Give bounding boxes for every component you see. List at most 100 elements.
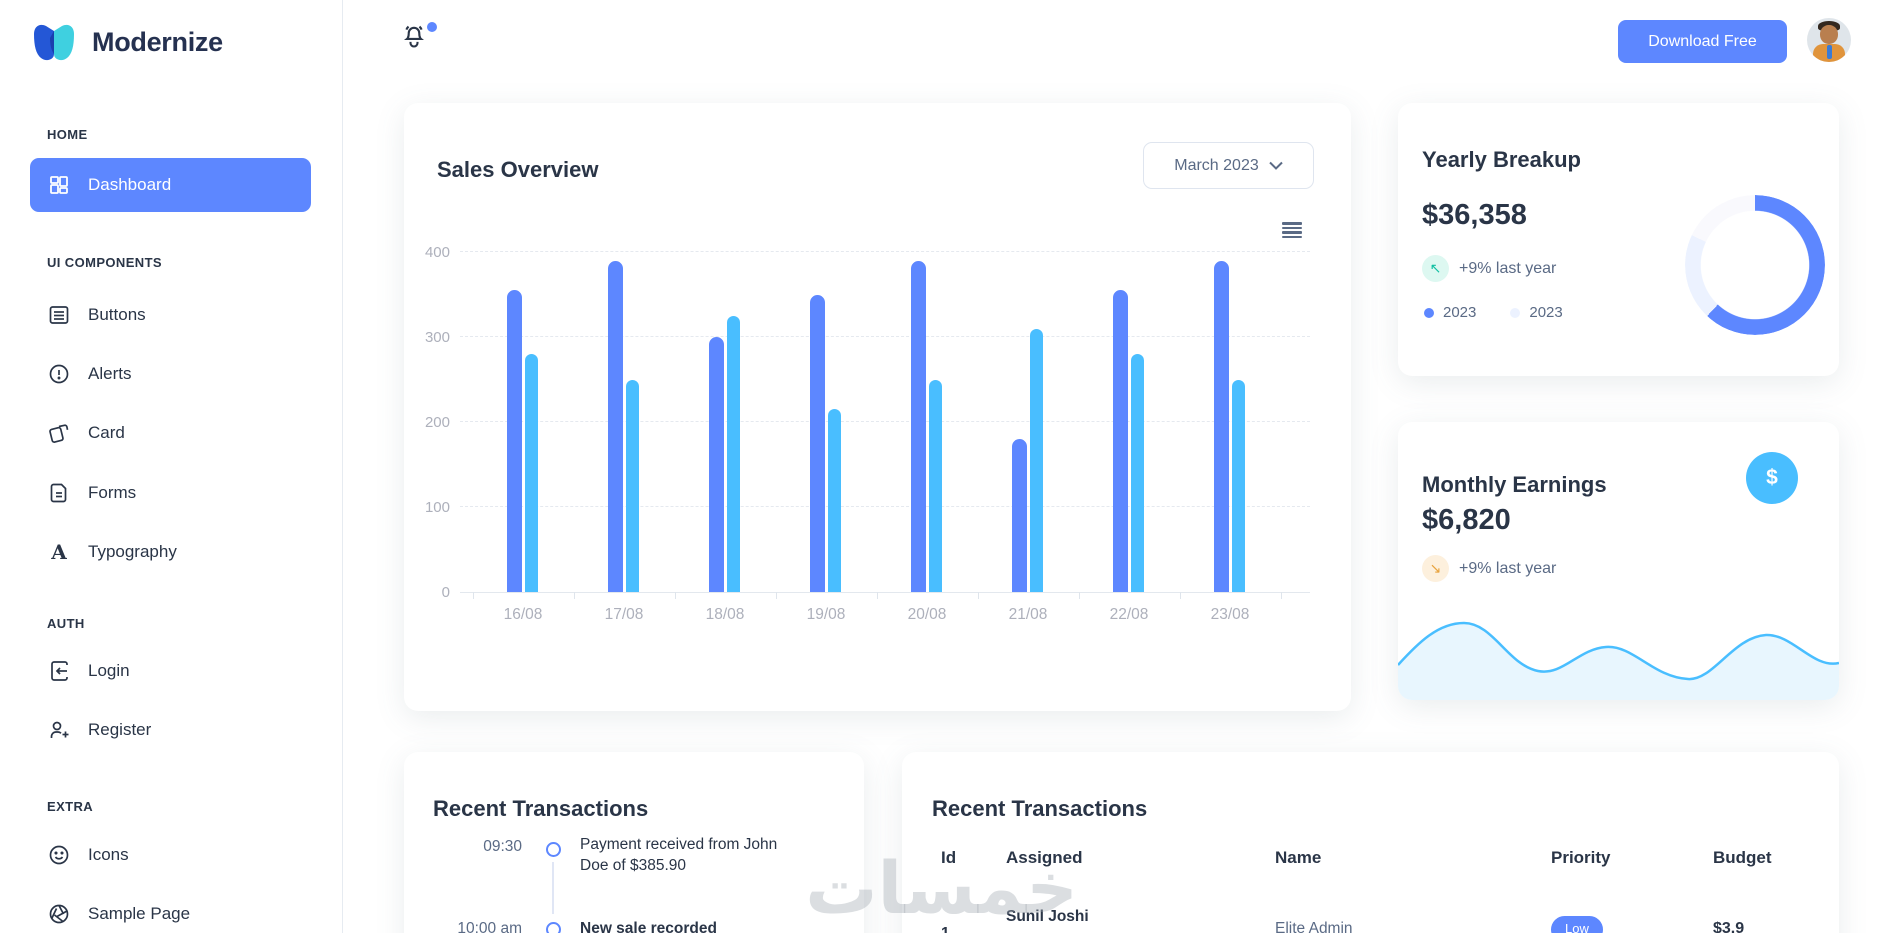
sidebar-item-sample-page[interactable]: Sample Page <box>30 894 311 933</box>
cards-icon <box>49 424 69 443</box>
yearly-amount: $36,358 <box>1422 199 1527 231</box>
sidebar-item-icons[interactable]: Icons <box>30 835 311 875</box>
column-header-assigned[interactable]: Assigned <box>1006 848 1275 868</box>
gridline <box>460 506 1310 507</box>
sidebar-item-typography[interactable]: A Typography <box>30 532 311 572</box>
aperture-icon <box>49 904 69 924</box>
yearly-delta-row: ↖ +9% last year <box>1422 255 1556 282</box>
sidebar-item-register[interactable]: Register <box>30 710 311 750</box>
download-free-button[interactable]: Download Free <box>1618 20 1787 63</box>
bar-expense-22/08[interactable] <box>1131 354 1144 592</box>
sidebar-item-login[interactable]: Login <box>30 651 311 691</box>
chart-menu-icon[interactable] <box>1282 222 1302 238</box>
bar-earnings-19/08[interactable] <box>810 294 825 592</box>
legend-label: 2023 <box>1443 304 1477 321</box>
smiley-icon <box>49 845 69 865</box>
notifications-button[interactable] <box>400 22 440 62</box>
bar-expense-20/08[interactable] <box>929 379 942 592</box>
sales-bar-plot: 0 100 200 300 400 16/08 17/08 18/08 19/08 20/08 21… <box>425 244 1310 623</box>
user-avatar[interactable] <box>1807 18 1851 62</box>
x-axis-tick-mark <box>1078 592 1080 599</box>
monthly-earnings-title: Monthly Earnings <box>1422 472 1607 498</box>
bar-earnings-17/08[interactable] <box>608 260 623 592</box>
recent-transactions-title: Recent Transactions <box>433 796 649 822</box>
buttons-icon <box>49 306 69 324</box>
bar-expense-17/08[interactable] <box>626 379 639 592</box>
period-selector-dropdown[interactable]: March 2023 <box>1143 142 1314 189</box>
monthly-amount: $6,820 <box>1422 504 1511 536</box>
x-axis-tick-mark <box>775 592 777 599</box>
yearly-breakup-card: Yearly Breakup $36,358 ↖ +9% last year 2… <box>1398 103 1839 376</box>
yearly-breakup-title: Yearly Breakup <box>1422 147 1581 173</box>
arrow-down-right-icon: ↘ <box>1422 555 1449 582</box>
sidebar-item-label: Sample Page <box>88 904 191 923</box>
sidebar-item-label: Forms <box>88 483 137 502</box>
sidebar-item-buttons[interactable]: Buttons <box>30 295 311 335</box>
sidebar-item-card[interactable]: Card <box>30 413 311 453</box>
sidebar-item-label: Typography <box>88 542 177 561</box>
sales-overview-title: Sales Overview <box>437 157 599 183</box>
bar-expense-16/08[interactable] <box>525 354 538 592</box>
transaction-text: Payment received from John Doe of $385.9… <box>580 836 778 874</box>
column-header-priority[interactable]: Priority <box>1551 848 1713 868</box>
logo[interactable]: Modernize <box>30 20 223 64</box>
bar-earnings-21/08[interactable] <box>1012 439 1027 592</box>
bell-icon <box>404 25 424 48</box>
period-selector-value: March 2023 <box>1174 156 1259 174</box>
table-header-row: Id Assigned Name Priority Budget <box>941 848 1813 868</box>
modernize-logo-icon <box>30 20 78 64</box>
svg-text:A: A <box>50 540 67 564</box>
x-axis-tick-label: 19/08 <box>806 606 846 623</box>
bar-expense-18/08[interactable] <box>727 315 740 592</box>
sidebar-item-label: Card <box>88 423 125 442</box>
sidebar-item-alerts[interactable]: Alerts <box>30 354 311 394</box>
cell-assigned: Sunil Joshi <box>1006 908 1089 925</box>
x-axis-tick-mark <box>1280 592 1282 599</box>
bar-earnings-20/08[interactable] <box>911 260 926 592</box>
x-axis-tick-label: 17/08 <box>604 606 644 623</box>
section-label-home: HOME <box>47 127 88 142</box>
x-axis-tick-label: 16/08 <box>503 606 543 623</box>
form-file-icon <box>50 483 67 503</box>
monthly-delta-row: ↘ +9% last year <box>1422 555 1556 582</box>
typography-icon: A <box>50 540 67 564</box>
sidebar-item-dashboard[interactable]: Dashboard <box>30 158 311 212</box>
x-axis-tick-label: 20/08 <box>907 606 947 623</box>
bar-earnings-16/08[interactable] <box>507 290 522 592</box>
cell-id: 1 <box>941 904 1006 933</box>
y-axis-tick-label: 300 <box>424 329 450 346</box>
x-axis-tick-mark <box>573 592 575 599</box>
legend-label: 2023 <box>1529 304 1563 321</box>
notification-dot <box>427 22 437 32</box>
cell-budget: $3.9 <box>1713 920 1745 933</box>
chevron-down-icon <box>1269 161 1283 170</box>
sidebar-item-label: Icons <box>88 845 129 864</box>
column-header-budget[interactable]: Budget <box>1713 848 1813 868</box>
sidebar-item-forms[interactable]: Forms <box>30 473 311 513</box>
x-axis-tick-mark <box>876 592 878 599</box>
x-axis-tick-label: 21/08 <box>1008 606 1048 623</box>
bar-earnings-18/08[interactable] <box>709 337 724 592</box>
bar-expense-23/08[interactable] <box>1232 379 1245 592</box>
x-axis-tick-label: 18/08 <box>705 606 745 623</box>
table-row[interactable]: 1 Sunil Joshi Elite Admin Low $3.9 <box>941 904 1813 933</box>
dollar-icon[interactable]: $ <box>1746 452 1798 504</box>
dashboard-grid-icon <box>50 176 68 194</box>
recent-transactions-table-title: Recent Transactions <box>932 796 1148 822</box>
yearly-donut-chart[interactable] <box>1685 195 1825 335</box>
bar-expense-19/08[interactable] <box>828 409 841 592</box>
sidebar-item-label: Dashboard <box>88 175 172 194</box>
alert-circle-icon <box>49 364 69 384</box>
transaction-time: 09:30 <box>483 838 522 855</box>
y-axis-tick-label: 200 <box>424 414 450 431</box>
transaction-time: 10:00 am <box>457 920 522 933</box>
column-header-name[interactable]: Name <box>1275 848 1551 868</box>
monthly-delta-text: +9% last year <box>1459 559 1557 577</box>
column-header-id[interactable]: Id <box>941 848 1006 868</box>
bar-earnings-22/08[interactable] <box>1113 290 1128 592</box>
sidebar-item-label: Buttons <box>88 305 146 324</box>
bar-expense-21/08[interactable] <box>1030 328 1043 592</box>
bar-earnings-23/08[interactable] <box>1214 260 1229 592</box>
gridline <box>460 336 1310 337</box>
recent-transactions-card: Recent Transactions 09:30 Payment receiv… <box>404 752 864 933</box>
